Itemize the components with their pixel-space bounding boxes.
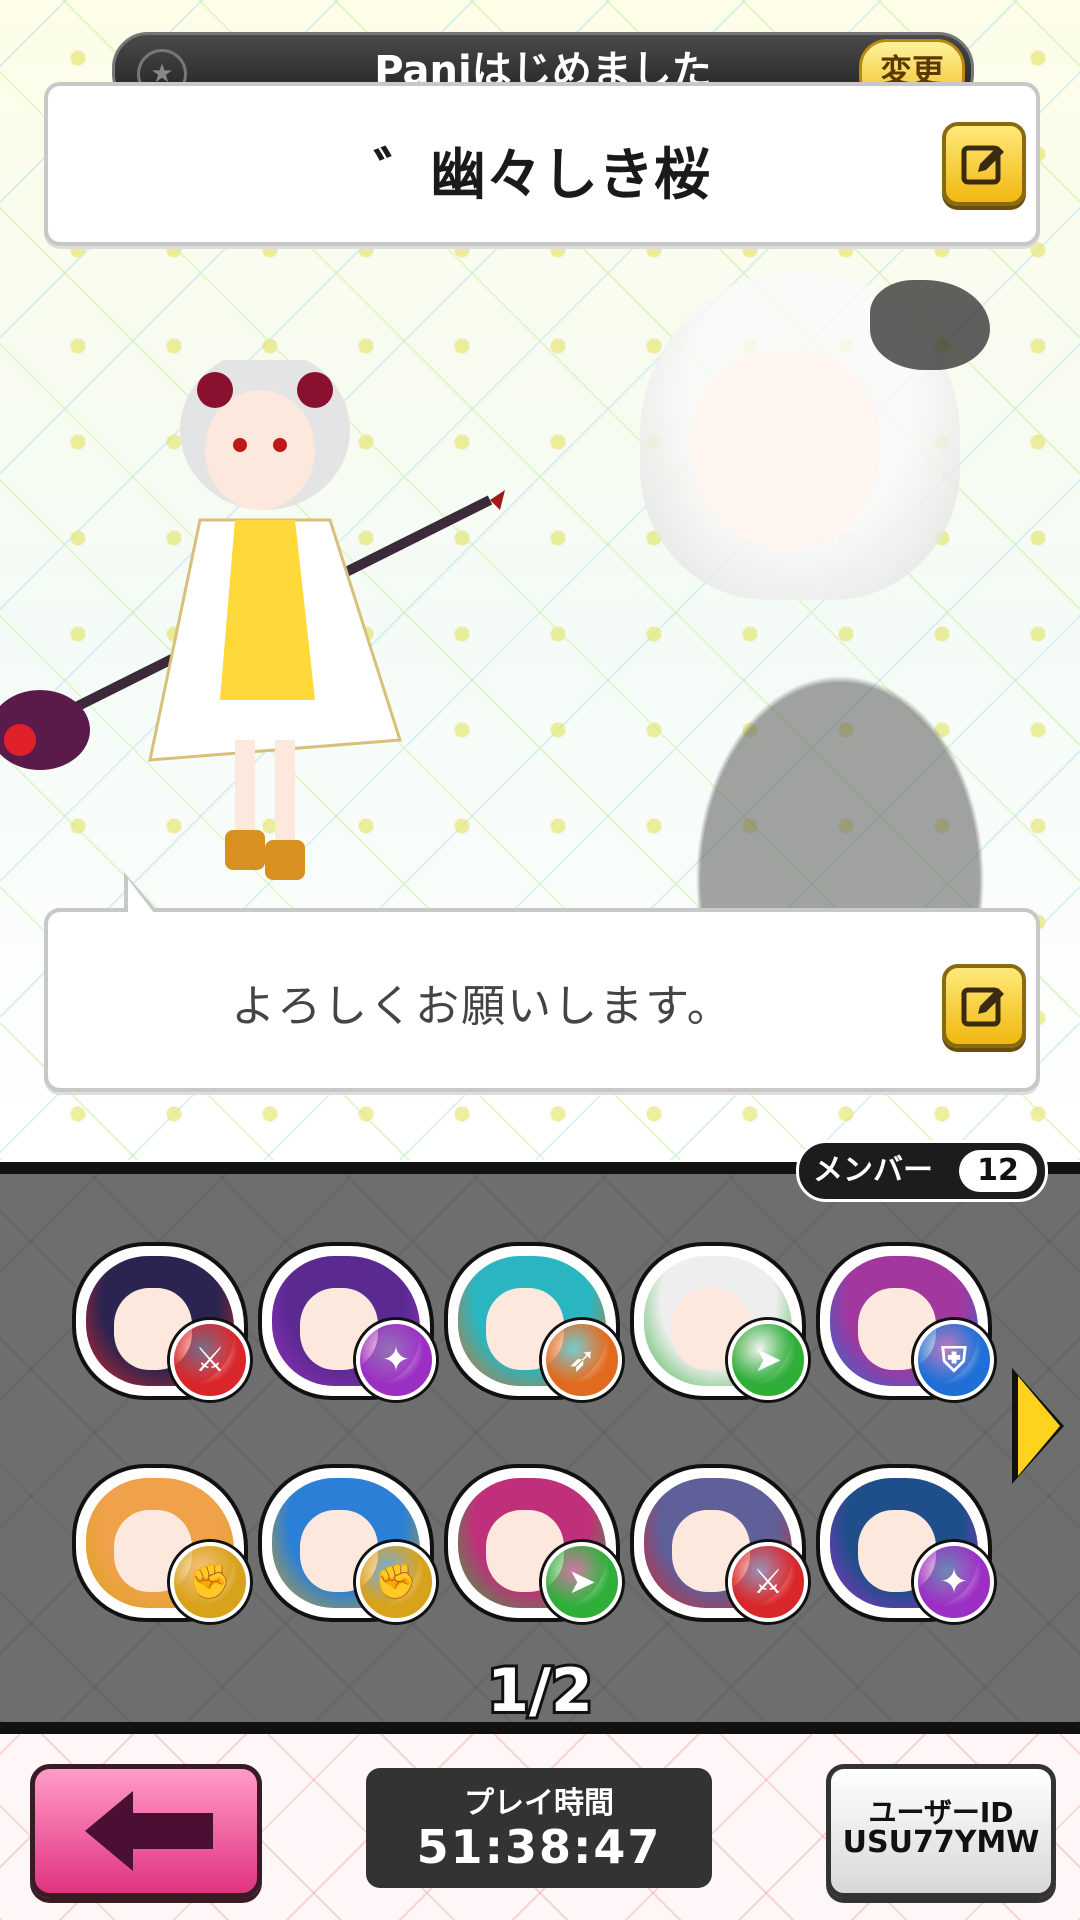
spear-attribute-icon: ➤ [728, 1320, 808, 1400]
edit-name-button[interactable] [942, 122, 1026, 206]
greeting-message-panel: よろしくお願いします。 [44, 872, 1040, 1092]
shield-attribute-icon: ⛨ [914, 1320, 994, 1400]
member-label: メンバー [813, 1153, 933, 1188]
leader-character-sprite [0, 360, 505, 880]
page-indicator: 1/2 [484, 1653, 595, 1729]
bow-attribute-icon: ➶ [542, 1320, 622, 1400]
member-unit[interactable]: ➤ [442, 1460, 622, 1622]
back-button[interactable] [30, 1764, 262, 1898]
playtime-label: プレイ時間 [464, 1786, 614, 1821]
member-unit[interactable]: ✦ [256, 1238, 436, 1400]
playtime-panel: プレイ時間 51:38:47 [366, 1768, 712, 1888]
player-name: ゛幽々しき桜 [374, 143, 710, 208]
pencil-edit-icon [961, 145, 1004, 185]
sword-attribute-icon: ⚔ [170, 1320, 250, 1400]
back-arrow-icon [85, 1791, 213, 1871]
user-id-button[interactable]: ユーザーID USU77YMW [826, 1764, 1056, 1898]
member-unit[interactable]: ✦ [814, 1460, 994, 1622]
member-unit[interactable]: ➤ [628, 1238, 808, 1400]
greeting-message: よろしくお願いします。 [231, 981, 733, 1032]
staff-attribute-icon: ✦ [356, 1320, 436, 1400]
member-count-badge: メンバー 12 [796, 1140, 1048, 1202]
staff-attribute-icon: ✦ [914, 1542, 994, 1622]
playtime-value: 51:38:47 [416, 1820, 662, 1874]
member-unit[interactable]: ➶ [442, 1238, 622, 1400]
member-unit[interactable]: ⚔ [70, 1238, 250, 1400]
sword-attribute-icon: ⚔ [728, 1542, 808, 1622]
edit-message-button[interactable] [942, 964, 1026, 1048]
member-unit[interactable]: ⚔ [628, 1460, 808, 1622]
speech-bubble-tail-fill [128, 879, 154, 913]
spear-attribute-icon: ➤ [542, 1542, 622, 1622]
pencil-edit-icon [961, 987, 1004, 1027]
member-unit[interactable]: ✊ [256, 1460, 436, 1622]
character-portrait-face [690, 350, 880, 550]
fist-attribute-icon: ✊ [356, 1542, 436, 1622]
member-unit[interactable]: ✊ [70, 1460, 250, 1622]
fist-attribute-icon: ✊ [170, 1542, 250, 1622]
next-page-arrow-icon[interactable] [1018, 1376, 1060, 1476]
member-unit[interactable]: ⛨ [814, 1238, 994, 1400]
player-name-panel: ゛幽々しき桜 [44, 82, 1040, 246]
user-id-value: USU77YMW [842, 1825, 1040, 1860]
member-count: 12 [959, 1150, 1037, 1192]
